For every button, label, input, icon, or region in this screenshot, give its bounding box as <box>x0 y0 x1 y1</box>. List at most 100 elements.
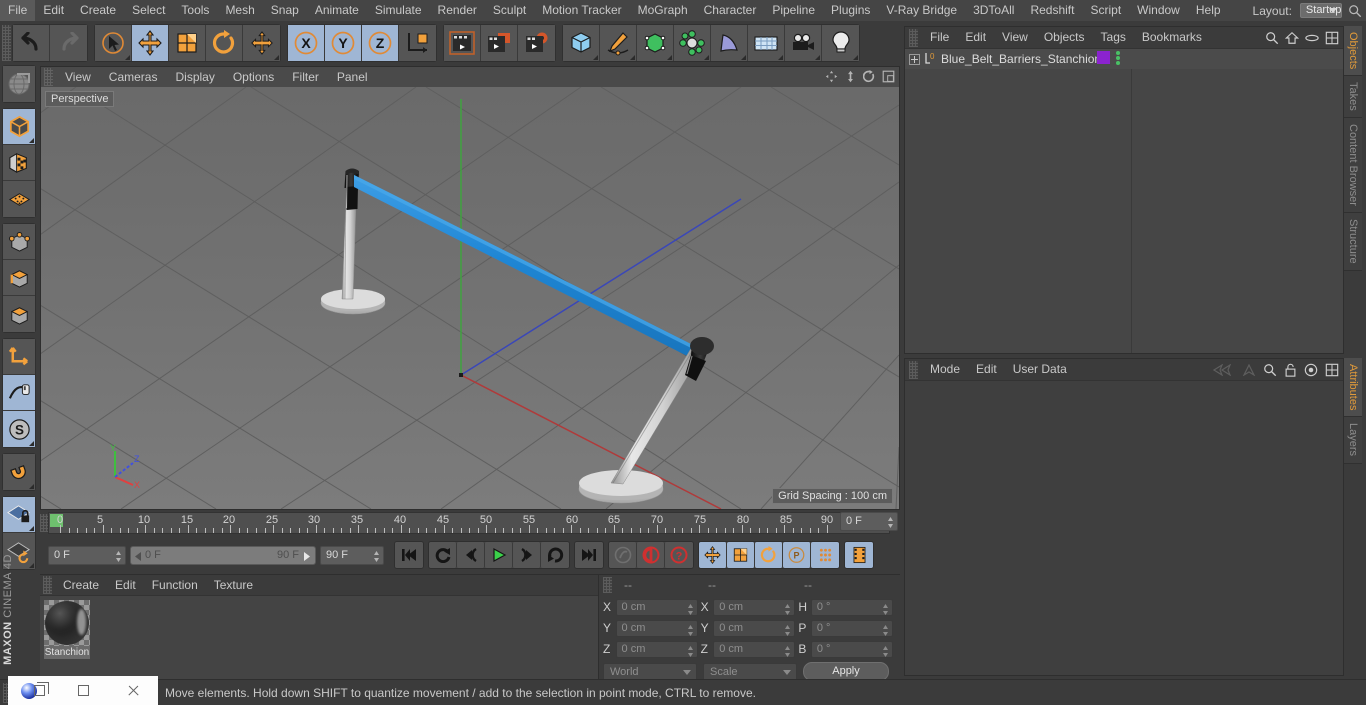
spinner-icon[interactable] <box>115 550 122 563</box>
tab-takes[interactable]: Takes <box>1344 76 1362 119</box>
move-tool-button[interactable] <box>132 25 169 61</box>
material-menu-edit[interactable]: Edit <box>107 575 144 595</box>
enable-axis-button[interactable] <box>3 339 35 375</box>
scale-tool-button[interactable] <box>169 25 206 61</box>
tab-objects[interactable]: Objects <box>1344 26 1362 77</box>
rotation-key-button[interactable] <box>755 542 783 568</box>
current-frame-field[interactable]: 0 F <box>48 545 126 565</box>
material-menu-create[interactable]: Create <box>55 575 107 595</box>
spline-pen-button[interactable] <box>600 25 637 61</box>
viewport-menu-cameras[interactable]: Cameras <box>100 67 167 87</box>
step-back-button[interactable] <box>457 542 485 568</box>
spinner-icon[interactable] <box>784 645 791 658</box>
mograph-array-button[interactable] <box>674 25 711 61</box>
spinner-icon[interactable] <box>373 550 380 563</box>
enable-snap-button[interactable] <box>3 375 35 411</box>
timeline-ruler[interactable]: 0 5 10 15 20 25 30 35 40 45 50 55 60 65 … <box>48 512 890 534</box>
rotate-tool-button[interactable] <box>206 25 243 61</box>
render-region-button[interactable] <box>481 25 518 61</box>
spinner-icon[interactable] <box>882 645 889 658</box>
menu-motion-tracker[interactable]: Motion Tracker <box>534 0 629 21</box>
object-menu-file[interactable]: File <box>922 27 957 48</box>
frame-display-field[interactable]: 0 F <box>840 512 898 531</box>
material-menu-function[interactable]: Function <box>144 575 206 595</box>
object-menu-objects[interactable]: Objects <box>1036 27 1093 48</box>
menu-mesh[interactable]: Mesh <box>217 0 262 21</box>
point-level-animation-button[interactable] <box>811 542 839 568</box>
layout-dropdown[interactable]: Startup <box>1299 3 1343 18</box>
attribute-content[interactable] <box>905 380 1343 675</box>
z-axis-button[interactable]: Z <box>362 25 399 61</box>
menu-plugins[interactable]: Plugins <box>823 0 878 21</box>
toolbar-grip[interactable] <box>2 25 11 61</box>
scale-key-button[interactable] <box>727 542 755 568</box>
material-grip[interactable] <box>43 576 52 594</box>
primitive-cube-button[interactable] <box>563 25 600 61</box>
environment-floor-button[interactable] <box>748 25 785 61</box>
tab-attributes[interactable]: Attributes <box>1344 358 1362 418</box>
object-menu-edit[interactable]: Edit <box>957 27 994 48</box>
range-left-arrow-icon[interactable] <box>133 551 143 562</box>
spinner-icon[interactable] <box>687 603 694 616</box>
render-view-button[interactable] <box>444 25 481 61</box>
object-menu-view[interactable]: View <box>994 27 1036 48</box>
attribute-menu-mode[interactable]: Mode <box>922 359 968 380</box>
menu-sculpt[interactable]: Sculpt <box>485 0 534 21</box>
lock-icon[interactable] <box>1284 363 1297 377</box>
attribute-menu-user-data[interactable]: User Data <box>1005 359 1075 380</box>
maximize-icon[interactable] <box>882 70 895 83</box>
zoom-icon[interactable] <box>844 70 857 83</box>
parameter-key-button[interactable]: P <box>783 542 811 568</box>
viewport-grip[interactable] <box>44 68 53 86</box>
tab-content-browser[interactable]: Content Browser <box>1344 118 1362 213</box>
viewport-solo-button[interactable]: S <box>3 411 35 447</box>
viewport-3d-scene[interactable] <box>41 87 899 509</box>
record-active-objects-button[interactable] <box>609 542 637 568</box>
points-mode-button[interactable] <box>3 224 35 260</box>
attribute-menu-edit[interactable]: Edit <box>968 359 1005 380</box>
object-menu-tags[interactable]: Tags <box>1093 27 1134 48</box>
pan-icon[interactable] <box>825 70 838 83</box>
transform-mode-dropdown[interactable]: Scale <box>703 662 797 681</box>
max-frame-field[interactable]: 90 F <box>320 545 384 565</box>
range-right-arrow-icon[interactable] <box>302 551 312 562</box>
menu-simulate[interactable]: Simulate <box>367 0 430 21</box>
play-button[interactable] <box>485 542 513 568</box>
material-list[interactable]: Stanchion <box>40 595 598 679</box>
rotation-b-field[interactable]: 0 ° <box>810 640 894 658</box>
position-x-field[interactable]: 0 cm <box>615 598 698 616</box>
visibility-dots-icon[interactable] <box>1114 51 1123 65</box>
move-axis-tool-button[interactable] <box>243 25 280 61</box>
camera-button[interactable] <box>785 25 822 61</box>
menu-edit[interactable]: Edit <box>35 0 72 21</box>
generator-button[interactable] <box>637 25 674 61</box>
search-icon[interactable] <box>1348 4 1362 18</box>
menu-file[interactable]: File <box>0 0 36 21</box>
light-button[interactable] <box>822 25 859 61</box>
viewport-menu-display[interactable]: Display <box>166 67 223 87</box>
spinner-icon[interactable] <box>687 624 694 637</box>
make-editable-button[interactable] <box>3 66 35 102</box>
position-y-field[interactable]: 0 cm <box>615 619 698 637</box>
render-settings-button[interactable] <box>518 25 555 61</box>
expand-icon[interactable] <box>909 53 920 65</box>
rewind-button[interactable] <box>429 542 457 568</box>
material-tag-icon[interactable] <box>1097 51 1110 64</box>
menu-3dtoall[interactable]: 3DToAll <box>965 0 1022 21</box>
object-manager-grip[interactable] <box>909 28 918 47</box>
lock-workplane-button[interactable] <box>3 497 35 533</box>
step-forward-button[interactable] <box>513 542 541 568</box>
tab-layers[interactable]: Layers <box>1344 417 1362 464</box>
layout-icon[interactable] <box>1325 363 1339 377</box>
loop-button[interactable] <box>541 542 569 568</box>
menu-redshift[interactable]: Redshift <box>1022 0 1082 21</box>
menu-script[interactable]: Script <box>1082 0 1129 21</box>
menu-animate[interactable]: Animate <box>307 0 367 21</box>
edges-mode-button[interactable] <box>3 260 35 296</box>
target-icon[interactable] <box>1304 363 1318 377</box>
object-row-stanchion[interactable]: 0 Blue_Belt_Barriers_Stanchion <box>905 49 1343 69</box>
x-axis-button[interactable]: X <box>288 25 325 61</box>
viewport-canvas[interactable] <box>41 87 899 509</box>
forward-icon[interactable] <box>1242 364 1256 376</box>
menu-select[interactable]: Select <box>124 0 173 21</box>
